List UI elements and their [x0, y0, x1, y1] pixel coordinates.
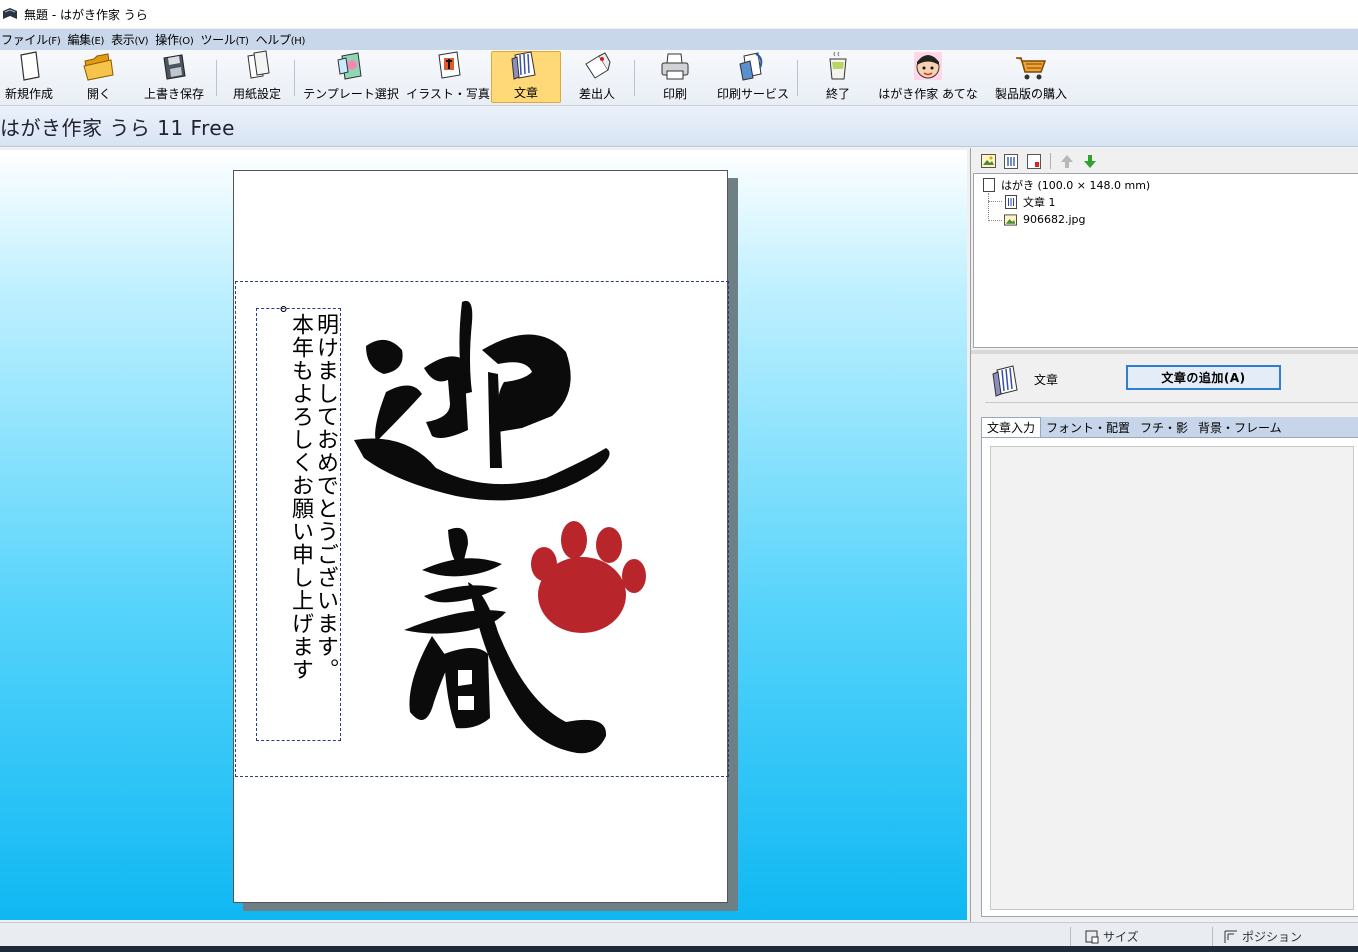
tab-content [981, 437, 1358, 917]
app-edition-title: はがき作家 うら 11 Free [0, 116, 235, 140]
status-position: ポジション [1224, 928, 1302, 945]
template-icon [334, 50, 368, 82]
text-section-icon [989, 362, 1025, 398]
paw-toe [561, 521, 587, 559]
tree-root-postcard[interactable]: はがき (100.0 × 148.0 mm) [982, 177, 1150, 193]
illust-icon [431, 50, 465, 82]
tree-item-image[interactable]: 906682.jpg [1004, 212, 1086, 227]
illust-photo-button[interactable]: イラスト・写真 [406, 50, 490, 103]
tab-text-input[interactable]: 文章入力 [981, 417, 1042, 437]
menu-help[interactable]: ヘルプ(H) [255, 31, 312, 48]
menu-file[interactable]: ファイル(F) [0, 31, 66, 48]
print-button[interactable]: 印刷 [650, 51, 700, 103]
paper-settings-button[interactable]: 用紙設定 [229, 50, 285, 103]
greeting-line-1: 明けましておめでとうございます。 [313, 313, 338, 681]
status-separator [1070, 927, 1071, 947]
text-document-icon [509, 49, 543, 81]
open-button[interactable]: 開く [74, 51, 124, 103]
title-bar: 無題 - はがき作家 うら [0, 0, 1358, 28]
object-tree: はがき (100.0 × 148.0 mm) 文章 1 906682.jpg [973, 173, 1358, 348]
sender-button[interactable]: 差出人 [569, 51, 625, 103]
tree-toolbar-separator [1050, 153, 1051, 169]
paw-toe [622, 559, 646, 593]
header-strip: はがき作家 うら 11 Free [0, 107, 1358, 147]
save-button[interactable]: 上書き保存 [141, 51, 207, 103]
size-icon [1085, 930, 1099, 943]
greeting-line-3: 。 [264, 305, 288, 326]
position-icon [1224, 930, 1237, 943]
window-title: 無題 - はがき作家 うら [24, 7, 148, 22]
tree-guide-line [988, 201, 1002, 202]
paper-icon [240, 50, 274, 82]
menu-bar: ファイル(F) 編集(E) 表示(V) 操作(O) ツール(T) ヘルプ(H) [0, 29, 1358, 50]
toolbar-separator [634, 60, 635, 96]
app-icon [3, 8, 17, 19]
text-input-area[interactable] [990, 446, 1354, 910]
tab-border-shadow[interactable]: フチ・影 [1135, 419, 1193, 437]
greeting-line-2: 本年もよろしくお願い申し上げます [288, 313, 313, 681]
teacup-icon [821, 50, 855, 82]
template-button[interactable]: テンプレート選択 [303, 50, 399, 103]
move-down-icon[interactable] [1081, 152, 1099, 170]
paw-toe [596, 527, 622, 563]
text-object-frame[interactable]: 明けましておめでとうございます。 本年もよろしくお願い申し上げます 。 [256, 305, 341, 741]
add-image-icon[interactable] [979, 152, 997, 170]
exit-button[interactable]: 終了 [818, 51, 858, 103]
text-object-icon [1004, 195, 1017, 210]
section-label: 文章 [1034, 373, 1059, 387]
menu-view[interactable]: 表示(V) [110, 31, 154, 48]
menu-tools[interactable]: ツール(T) [199, 31, 254, 48]
tab-font-layout[interactable]: フォント・配置 [1041, 419, 1135, 437]
canvas-area[interactable]: 迎春 [0, 150, 967, 920]
toolbar: 新規作成 開く 上書き保存 用紙設定 テンプレート選択 イラスト・写真 文章 差… [0, 50, 1358, 106]
new-document-icon [12, 50, 46, 82]
image-object-icon [1004, 212, 1017, 227]
divider [985, 402, 1358, 403]
toolbar-separator [294, 60, 295, 96]
new-button[interactable]: 新規作成 [0, 51, 58, 103]
print-service-icon [736, 50, 770, 82]
tree-guide-line [988, 220, 1002, 221]
folder-icon [82, 51, 116, 82]
paw-print [531, 521, 646, 633]
menu-edit[interactable]: 編集(E) [66, 31, 110, 48]
postcard-icon [982, 178, 995, 193]
property-tabs: 文章入力 フォント・配置 フチ・影 背景・フレーム [981, 417, 1358, 437]
add-text-button[interactable]: 文章の追加(A) [1126, 365, 1281, 390]
object-tree-toolbar [974, 150, 1358, 172]
menu-operation[interactable]: 操作(O) [154, 31, 199, 48]
properties-panel: 文章 文章の追加(A) 文章入力 フォント・配置 フチ・影 背景・フレーム [973, 354, 1358, 922]
status-size: サイズ [1085, 928, 1139, 945]
status-separator [1212, 927, 1213, 947]
tree-guide-line [988, 193, 989, 221]
floppy-icon [157, 51, 191, 82]
tree-item-text[interactable]: 文章 1 [1004, 194, 1056, 210]
toolbar-separator [216, 60, 217, 96]
postcard[interactable]: 迎春 [233, 170, 729, 903]
move-up-icon[interactable] [1058, 152, 1076, 170]
text-button[interactable]: 文章 [491, 51, 561, 103]
sender-card-icon [580, 50, 614, 82]
tab-background-frame[interactable]: 背景・フレーム [1193, 419, 1287, 437]
add-text-icon[interactable] [1002, 152, 1020, 170]
buy-button[interactable]: 製品版の購入 [991, 51, 1071, 103]
add-sender-icon[interactable] [1025, 152, 1043, 170]
printer-icon [658, 51, 692, 82]
character-face-icon [911, 50, 945, 82]
print-service-button[interactable]: 印刷サービス [717, 51, 789, 103]
toolbar-separator [797, 60, 798, 96]
right-panel: はがき (100.0 × 148.0 mm) 文章 1 906682.jpg 文… [970, 148, 1358, 922]
taskbar-edge [0, 946, 1358, 952]
paw-toe [531, 547, 557, 581]
atena-button[interactable]: はがき作家 あてな [878, 50, 978, 103]
shopping-cart-icon [1014, 51, 1048, 82]
